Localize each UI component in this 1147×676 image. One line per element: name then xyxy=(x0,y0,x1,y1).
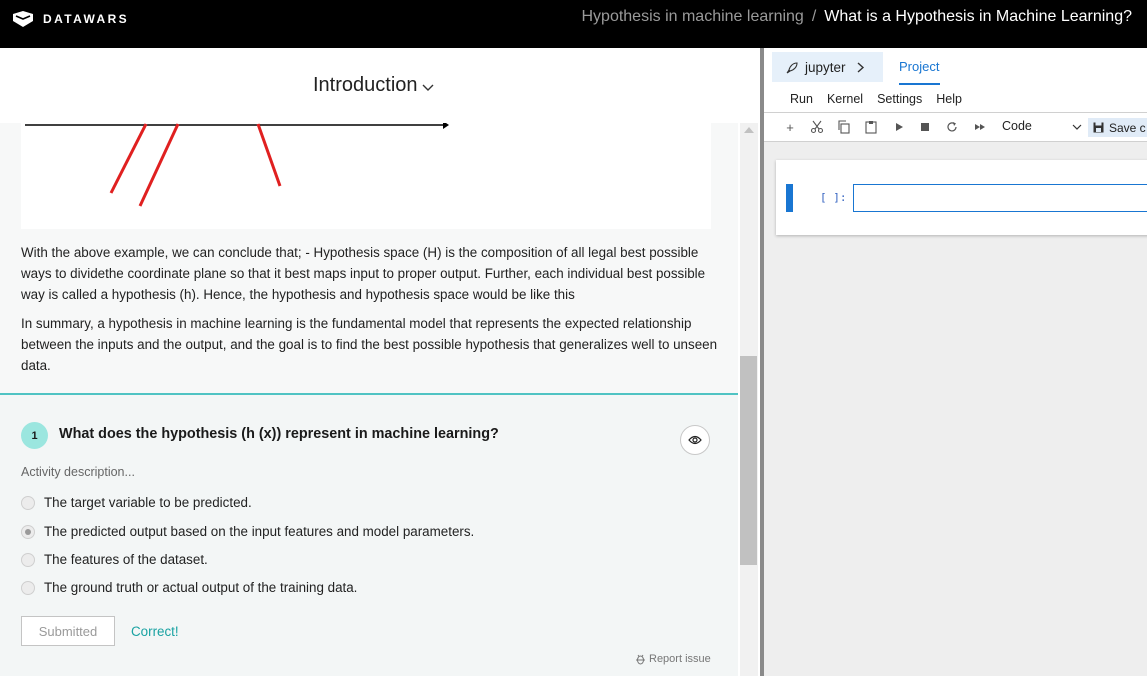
tab-project[interactable]: Project xyxy=(899,59,939,74)
run-icon[interactable] xyxy=(892,120,906,134)
radio-button-selected[interactable] xyxy=(21,524,35,539)
restart-icon[interactable] xyxy=(945,120,959,134)
cut-icon[interactable] xyxy=(810,120,824,134)
breadcrumb: Hypothesis in machine learning / What is… xyxy=(581,8,1132,26)
eye-icon xyxy=(688,435,702,445)
jupyter-label: jupyter xyxy=(805,59,846,75)
lesson-content: With the above example, we can conclude … xyxy=(0,121,738,676)
answer-option[interactable]: The ground truth or actual output of the… xyxy=(21,580,357,595)
hypothesis-diagram xyxy=(25,121,449,207)
jupyter-button[interactable]: jupyter xyxy=(772,52,883,82)
radio-button[interactable] xyxy=(21,552,35,567)
chevron-right-icon xyxy=(857,61,864,73)
chevron-down-icon xyxy=(1072,124,1082,130)
answer-option-label: The features of the dataset. xyxy=(44,552,208,567)
cell-type-select[interactable]: Code xyxy=(1002,119,1082,133)
answer-option[interactable]: The features of the dataset. xyxy=(21,552,208,567)
scroll-up-arrow[interactable] xyxy=(744,127,754,133)
lesson-panel: Introduction With the above example, we … xyxy=(0,48,760,676)
chevron-down-icon xyxy=(422,84,434,91)
question-number-badge: 1 xyxy=(21,422,48,449)
section-header: Introduction xyxy=(0,48,740,123)
quiz-activity: 1 What does the hypothesis (h (x)) repre… xyxy=(0,395,738,676)
scrollbar-thumb[interactable] xyxy=(740,356,757,565)
add-cell-icon[interactable]: + xyxy=(783,120,797,135)
hypothesis-line-2 xyxy=(138,123,180,207)
breadcrumb-parent[interactable]: Hypothesis in machine learning xyxy=(581,8,803,26)
menu-help[interactable]: Help xyxy=(936,92,962,106)
report-issue-link[interactable]: Report issue xyxy=(635,653,711,665)
paragraph-summary: In summary, a hypothesis in machine lear… xyxy=(21,316,718,373)
datawars-logo[interactable]: DATAWARS xyxy=(11,11,129,27)
breadcrumb-separator: / xyxy=(811,8,817,25)
notebook-toolbar: + Code Save c xyxy=(764,112,1147,142)
answer-option-label: The ground truth or actual output of the… xyxy=(44,580,358,595)
save-button[interactable]: Save c xyxy=(1088,118,1147,137)
answer-option[interactable]: The predicted output based on the input … xyxy=(21,524,474,539)
save-label: Save c xyxy=(1109,120,1146,135)
menu-settings[interactable]: Settings xyxy=(877,92,922,106)
save-icon xyxy=(1093,122,1104,133)
jupyter-menubar: Run Kernel Settings Help xyxy=(790,92,976,106)
radio-button[interactable] xyxy=(21,495,35,510)
jupyter-panel: jupyter Project Run Kernel Settings Help… xyxy=(764,48,1147,676)
result-message: Correct! xyxy=(131,624,179,639)
radio-button[interactable] xyxy=(21,580,35,595)
section-title: Introduction xyxy=(313,74,418,96)
x-axis-arrow xyxy=(443,121,449,129)
copy-icon[interactable] xyxy=(837,120,851,134)
run-all-icon[interactable] xyxy=(973,120,987,134)
submitted-button[interactable]: Submitted xyxy=(21,616,115,646)
active-cell-indicator xyxy=(786,184,793,212)
datawars-logo-icon xyxy=(13,11,33,27)
cell-type-value: Code xyxy=(1002,119,1032,133)
paste-icon[interactable] xyxy=(864,120,878,134)
section-dropdown[interactable]: Introduction xyxy=(313,74,434,97)
hypothesis-figure xyxy=(21,121,711,229)
answer-option-label: The target variable to be predicted. xyxy=(44,495,252,510)
tab-project-underline xyxy=(899,83,940,85)
jupyter-header: jupyter Project Run Kernel Settings Help xyxy=(764,48,1147,112)
show-answer-button[interactable] xyxy=(680,425,710,455)
menu-run[interactable]: Run xyxy=(790,92,813,106)
stop-icon[interactable] xyxy=(918,120,932,134)
cell-prompt: [ ]: xyxy=(820,191,847,204)
code-cell-input[interactable] xyxy=(853,184,1147,212)
answer-option[interactable]: The target variable to be predicted. xyxy=(21,495,252,510)
question-text: What does the hypothesis (h (x)) represe… xyxy=(59,426,499,442)
menu-kernel[interactable]: Kernel xyxy=(827,92,863,106)
notebook-cell: [ ]: xyxy=(776,160,1147,235)
report-issue-label: Report issue xyxy=(649,653,711,665)
activity-description: Activity description... xyxy=(21,465,135,479)
rocket-icon xyxy=(786,61,798,73)
top-bar: DATAWARS Hypothesis in machine learning … xyxy=(0,0,1147,48)
breadcrumb-current: What is a Hypothesis in Machine Learning… xyxy=(824,8,1132,25)
paragraph-hypothesis-space: With the above example, we can conclude … xyxy=(21,245,706,302)
answer-option-label: The predicted output based on the input … xyxy=(44,524,475,539)
logo-text: DATAWARS xyxy=(43,12,130,26)
bug-icon xyxy=(636,654,645,664)
hypothesis-line-3 xyxy=(256,123,282,187)
lesson-scrollbar[interactable] xyxy=(740,123,758,676)
hypothesis-line-1 xyxy=(109,123,148,194)
